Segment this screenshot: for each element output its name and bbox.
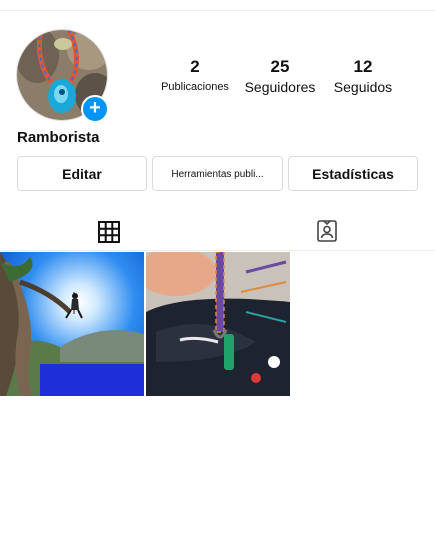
post-thumbnail[interactable]: [146, 252, 290, 396]
post-image-keychain: [146, 252, 290, 396]
tagged-person-icon: [316, 220, 337, 242]
grid-icon: [97, 220, 120, 243]
add-story-icon[interactable]: +: [81, 95, 109, 123]
stat-followers[interactable]: 25 Seguidores: [240, 58, 320, 96]
post-thumbnail[interactable]: [0, 252, 144, 396]
posts-label: Publicaciones: [161, 81, 229, 93]
tabs-divider: [0, 250, 435, 251]
following-count: 12: [353, 57, 373, 76]
stat-following[interactable]: 12 Seguidos: [326, 58, 400, 96]
insights-button[interactable]: Estadísticas: [288, 156, 418, 191]
posts-count: 2: [190, 57, 200, 76]
professional-tools-button[interactable]: Herramientas publi...: [152, 156, 283, 191]
stat-posts[interactable]: 2 Publicaciones: [152, 58, 238, 96]
post-image-climber: [0, 252, 144, 396]
profile-username: Ramborista: [17, 129, 100, 146]
tab-posts-grid[interactable]: [0, 213, 217, 251]
profile-avatar[interactable]: +: [16, 29, 109, 123]
edit-profile-button[interactable]: Editar: [17, 156, 147, 191]
tab-tagged[interactable]: [218, 213, 435, 249]
followers-count: 25: [270, 57, 290, 76]
followers-label: Seguidores: [244, 79, 316, 95]
top-divider: [0, 10, 435, 11]
following-label: Seguidos: [333, 79, 393, 95]
